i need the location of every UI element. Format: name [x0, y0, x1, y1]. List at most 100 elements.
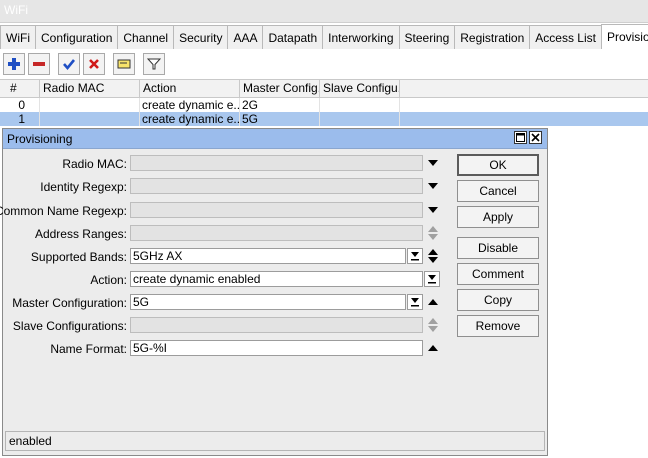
col-action[interactable]: Action [140, 80, 240, 97]
remove-icon [33, 62, 45, 66]
table-header: # Radio MAC Action Master Config... Slav… [0, 79, 648, 98]
close-icon [531, 133, 540, 142]
up-triangle-icon [428, 299, 438, 305]
tab-security[interactable]: Security [173, 25, 229, 49]
col-number[interactable]: # [0, 80, 40, 97]
cell-action: create dynamic e... [142, 112, 240, 126]
comment-button[interactable] [113, 53, 135, 75]
supported-bands-label: Supported Bands: [30, 250, 127, 264]
action-field[interactable] [130, 271, 423, 287]
tab-wifi[interactable]: WiFi [0, 25, 36, 49]
provisioning-table: # Radio MAC Action Master Config... Slav… [0, 79, 648, 126]
up-down-arrows-icon [428, 249, 438, 263]
x-icon [89, 59, 99, 69]
disable-button[interactable] [83, 53, 105, 75]
tab-interworking[interactable]: Interworking [322, 25, 400, 49]
slave-configurations-field[interactable] [130, 317, 423, 333]
maximize-icon [516, 133, 525, 142]
dialog-title: Provisioning [7, 132, 73, 146]
table-row-selected[interactable]: 1 create dynamic e... 5G [0, 112, 648, 126]
apply-button[interactable]: Apply [457, 206, 539, 228]
toolbar [0, 50, 648, 78]
ok-button[interactable]: OK [457, 154, 539, 176]
address-ranges-label: Address Ranges: [34, 227, 127, 241]
down-triangle-icon [428, 160, 438, 166]
col-radio-mac[interactable]: Radio MAC [40, 80, 140, 97]
dialog-titlebar[interactable]: Provisioning [3, 129, 547, 149]
window-titlebar: WiFi [0, 0, 648, 23]
radio-mac-field[interactable] [130, 155, 423, 171]
enable-button[interactable] [58, 53, 80, 75]
up-down-arrows[interactable] [427, 225, 439, 241]
dropdown-arrow-icon [428, 274, 436, 283]
master-configuration-label: Master Configuration: [12, 296, 127, 310]
common-name-regexp-label: Common Name Regexp: [0, 204, 127, 218]
remove-button[interactable]: Remove [457, 315, 539, 337]
add-icon [8, 58, 20, 70]
dropdown-arrow-icon [411, 297, 419, 306]
up-down-arrows[interactable] [427, 317, 439, 333]
common-name-regexp-field[interactable] [130, 202, 423, 218]
up-triangle-icon [428, 345, 438, 351]
slave-configurations-label: Slave Configurations: [12, 319, 127, 333]
remove-button[interactable] [28, 53, 50, 75]
tab-registration[interactable]: Registration [454, 25, 531, 49]
tab-access-list[interactable]: Access List [529, 25, 602, 49]
identity-regexp-label: Identity Regexp: [40, 180, 127, 194]
collapse-button[interactable] [427, 340, 439, 356]
master-configuration-dropdown[interactable] [407, 294, 423, 310]
cell-number: 0 [0, 98, 40, 112]
cell-master: 2G [240, 98, 320, 112]
table-row[interactable]: 0 create dynamic e... 2G [0, 98, 648, 112]
identity-regexp-field[interactable] [130, 178, 423, 194]
tab-configuration[interactable]: Configuration [35, 25, 119, 49]
add-button[interactable] [3, 53, 25, 75]
comment-icon [117, 59, 131, 69]
down-triangle-icon [428, 207, 438, 213]
cancel-button[interactable]: Cancel [457, 180, 539, 202]
close-button[interactable] [529, 131, 542, 144]
filter-icon [147, 58, 161, 70]
down-triangle-icon [428, 183, 438, 189]
radio-mac-label: Radio MAC: [62, 157, 127, 171]
supported-bands-field[interactable] [130, 248, 406, 264]
tab-bar: WiFi Configuration Channel Security AAA … [0, 24, 648, 49]
cell-slave [320, 98, 400, 112]
action-dropdown[interactable] [424, 271, 440, 287]
cell-action: create dynamic e... [142, 98, 240, 112]
comment-button[interactable]: Comment [457, 263, 539, 285]
filter-button[interactable] [143, 53, 165, 75]
disable-button[interactable]: Disable [457, 237, 539, 259]
status-bar: enabled [5, 431, 545, 451]
tab-channel[interactable]: Channel [117, 25, 175, 49]
provisioning-dialog: Provisioning Radio MAC: Identity Regexp:… [0, 128, 548, 456]
copy-button[interactable]: Copy [457, 289, 539, 311]
cell-radio-mac [40, 112, 140, 126]
up-down-arrows-icon [428, 226, 438, 240]
supported-bands-dropdown[interactable] [407, 248, 423, 264]
up-down-arrows[interactable] [427, 248, 439, 264]
expand-button[interactable] [427, 202, 439, 218]
cell-master: 5G [240, 112, 320, 126]
col-slave-config[interactable]: Slave Configu... [320, 80, 400, 97]
tab-steering[interactable]: Steering [398, 25, 456, 49]
expand-button[interactable] [427, 155, 439, 171]
action-label: Action: [90, 273, 127, 287]
cell-number: 1 [0, 112, 40, 126]
maximize-button[interactable] [514, 131, 527, 144]
name-format-field[interactable] [130, 340, 423, 356]
tab-provisioning[interactable]: Provisioning [600, 24, 648, 49]
col-master-config[interactable]: Master Config... [240, 80, 320, 97]
tab-aaa[interactable]: AAA [227, 25, 264, 49]
window-title: WiFi [4, 3, 28, 17]
address-ranges-field[interactable] [130, 225, 423, 241]
cell-radio-mac [40, 98, 140, 112]
tab-datapath[interactable]: Datapath [262, 25, 324, 49]
master-configuration-field[interactable] [130, 294, 406, 310]
expand-button[interactable] [427, 178, 439, 194]
dropdown-arrow-icon [411, 251, 419, 260]
name-format-label: Name Format: [50, 342, 127, 356]
check-icon [63, 59, 76, 71]
up-down-arrows-icon [428, 318, 438, 332]
collapse-button[interactable] [427, 294, 439, 310]
